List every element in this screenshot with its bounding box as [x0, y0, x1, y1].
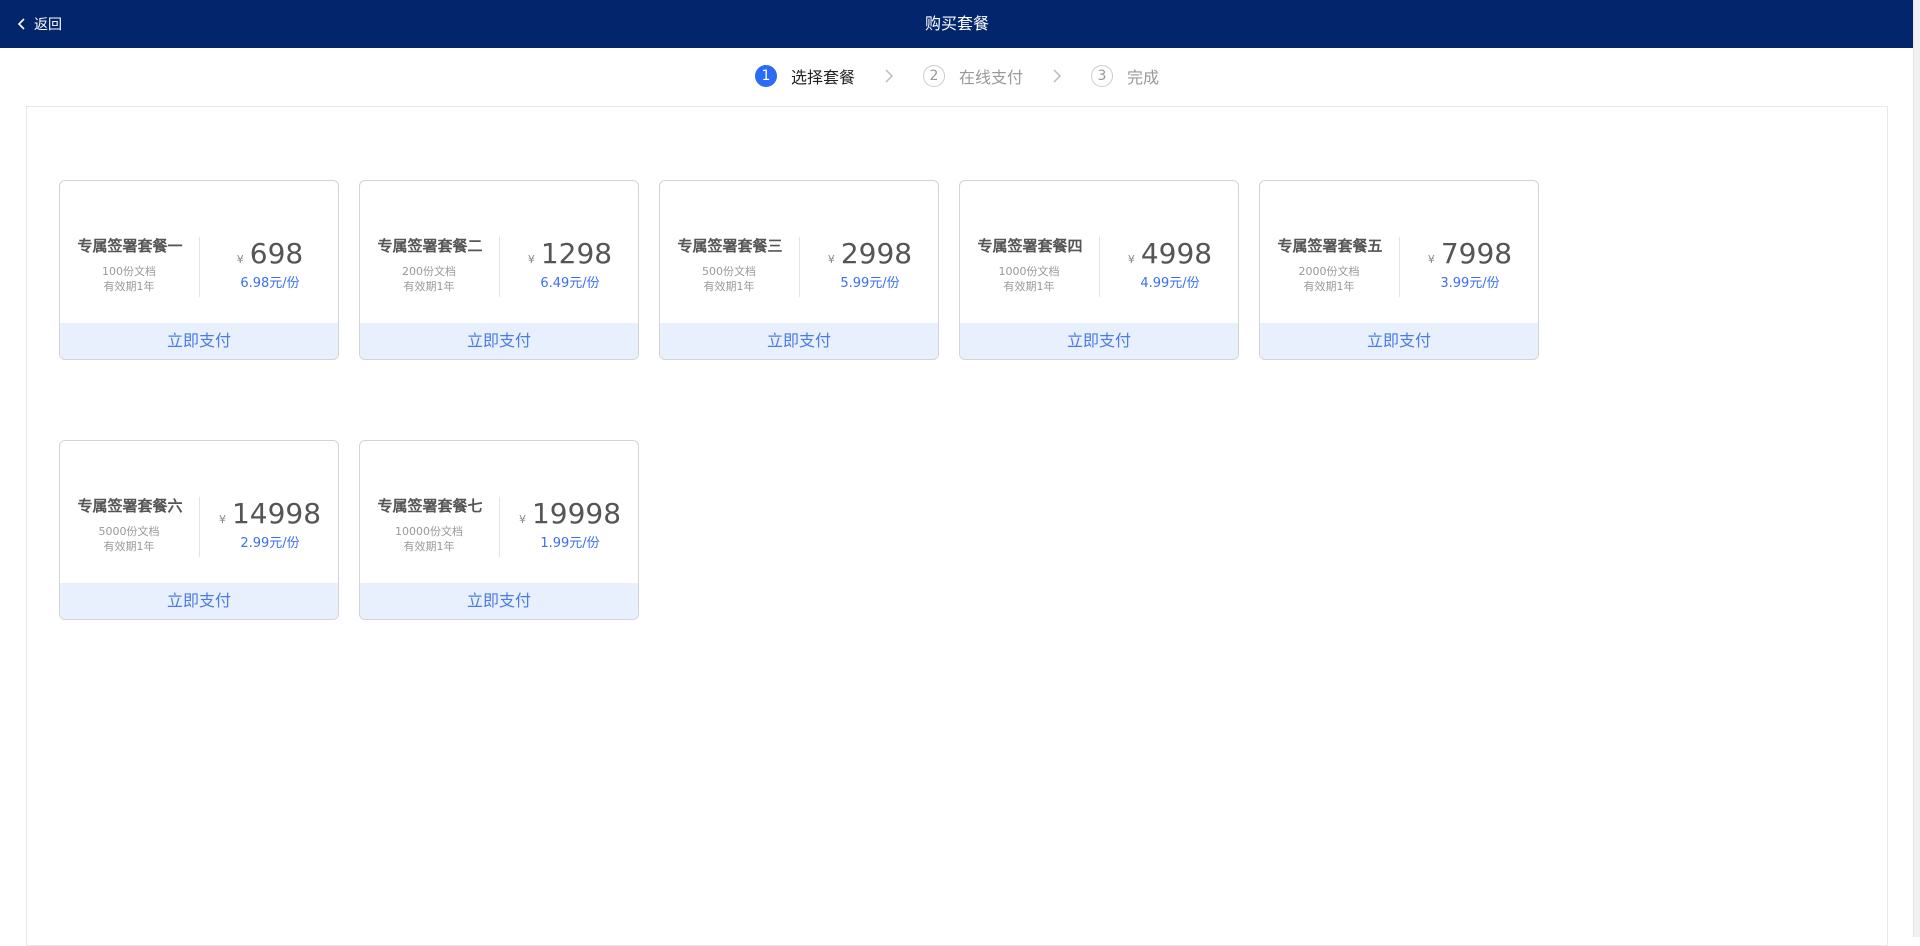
- unit-price: 6.98元/份: [240, 276, 300, 291]
- unit-price: 6.49元/份: [540, 276, 600, 291]
- step-complete: 3 完成: [1091, 64, 1159, 88]
- pay-now-button[interactable]: 立即支付: [360, 323, 638, 359]
- package-validity: 有效期1年: [103, 280, 155, 293]
- package-price: 19998: [531, 497, 622, 530]
- package-docs: 1000份文档: [998, 265, 1060, 278]
- currency-symbol: ¥: [527, 253, 535, 266]
- package-card: 专属签署套餐一 100份文档 有效期1年 ¥ 698 6.98元/份 立即支付: [59, 180, 339, 360]
- pay-now-button[interactable]: 立即支付: [960, 323, 1238, 359]
- package-price: 698: [249, 237, 304, 270]
- step-select-package: 1 选择套餐: [754, 64, 855, 88]
- chevron-right-icon: [883, 69, 895, 83]
- currency-symbol: ¥: [236, 253, 244, 266]
- package-name: 专属签署套餐二: [377, 237, 483, 255]
- package-panel: 专属签署套餐一 100份文档 有效期1年 ¥ 698 6.98元/份 立即支付 …: [26, 106, 1888, 946]
- top-bar: 返回 购买套餐: [0, 0, 1914, 48]
- package-name: 专属签署套餐五: [1277, 237, 1383, 255]
- package-validity: 有效期1年: [703, 280, 755, 293]
- package-docs: 200份文档: [402, 265, 456, 278]
- package-card: 专属签署套餐七 10000份文档 有效期1年 ¥ 19998 1.99元/份 立…: [359, 440, 639, 620]
- unit-price: 4.99元/份: [1140, 276, 1200, 291]
- vertical-scrollbar[interactable]: [1913, 0, 1920, 937]
- package-docs: 5000份文档: [98, 525, 160, 538]
- package-validity: 有效期1年: [1003, 280, 1055, 293]
- step-label: 完成: [1127, 68, 1160, 87]
- currency-symbol: ¥: [518, 513, 526, 526]
- unit-price: 2.99元/份: [240, 536, 300, 551]
- unit-price: 5.99元/份: [840, 276, 900, 291]
- pay-now-button[interactable]: 立即支付: [660, 323, 938, 359]
- package-price: 14998: [231, 497, 322, 530]
- package-name: 专属签署套餐一: [77, 237, 183, 255]
- package-card: 专属签署套餐五 2000份文档 有效期1年 ¥ 7998 3.99元/份 立即支…: [1259, 180, 1539, 360]
- package-price: 4998: [1140, 237, 1213, 270]
- pay-now-button[interactable]: 立即支付: [1260, 323, 1538, 359]
- package-price: 2998: [840, 237, 913, 270]
- pay-now-button[interactable]: 立即支付: [60, 323, 338, 359]
- package-validity: 有效期1年: [403, 280, 455, 293]
- currency-symbol: ¥: [827, 253, 835, 266]
- step-number: 1: [754, 65, 777, 87]
- package-docs: 10000份文档: [395, 525, 463, 538]
- step-number: 2: [922, 65, 945, 87]
- pay-now-button[interactable]: 立即支付: [360, 583, 638, 619]
- package-docs: 100份文档: [102, 265, 156, 278]
- step-number: 3: [1091, 65, 1113, 87]
- package-card: 专属签署套餐三 500份文档 有效期1年 ¥ 2998 5.99元/份 立即支付: [659, 180, 939, 360]
- currency-symbol: ¥: [218, 513, 226, 526]
- package-card: 专属签署套餐二 200份文档 有效期1年 ¥ 1298 6.49元/份 立即支付: [359, 180, 639, 360]
- package-name: 专属签署套餐六: [77, 497, 183, 515]
- unit-price: 3.99元/份: [1440, 276, 1500, 291]
- package-docs: 2000份文档: [1298, 265, 1360, 278]
- package-card: 专属签署套餐四 1000份文档 有效期1年 ¥ 4998 4.99元/份 立即支…: [959, 180, 1239, 360]
- package-docs: 500份文档: [702, 265, 756, 278]
- page-title: 购买套餐: [924, 14, 989, 33]
- package-validity: 有效期1年: [103, 540, 155, 553]
- package-card: 专属签署套餐六 5000份文档 有效期1年 ¥ 14998 2.99元/份 立即…: [59, 440, 339, 620]
- currency-symbol: ¥: [1127, 253, 1135, 266]
- step-label: 在线支付: [958, 68, 1023, 87]
- unit-price: 1.99元/份: [540, 536, 600, 551]
- package-validity: 有效期1年: [1303, 280, 1355, 293]
- step-online-payment: 2 在线支付: [922, 64, 1023, 88]
- package-price: 1298: [540, 237, 613, 270]
- currency-symbol: ¥: [1427, 253, 1435, 266]
- package-name: 专属签署套餐四: [977, 237, 1083, 255]
- package-price: 7998: [1440, 237, 1513, 270]
- pay-now-button[interactable]: 立即支付: [60, 583, 338, 619]
- step-label: 选择套餐: [790, 68, 855, 87]
- package-name: 专属签署套餐三: [677, 237, 783, 255]
- step-indicator: 1 选择套餐 2 在线支付 3 完成: [0, 62, 1914, 90]
- chevron-right-icon: [1051, 69, 1063, 83]
- package-name: 专属签署套餐七: [377, 497, 483, 515]
- package-validity: 有效期1年: [403, 540, 455, 553]
